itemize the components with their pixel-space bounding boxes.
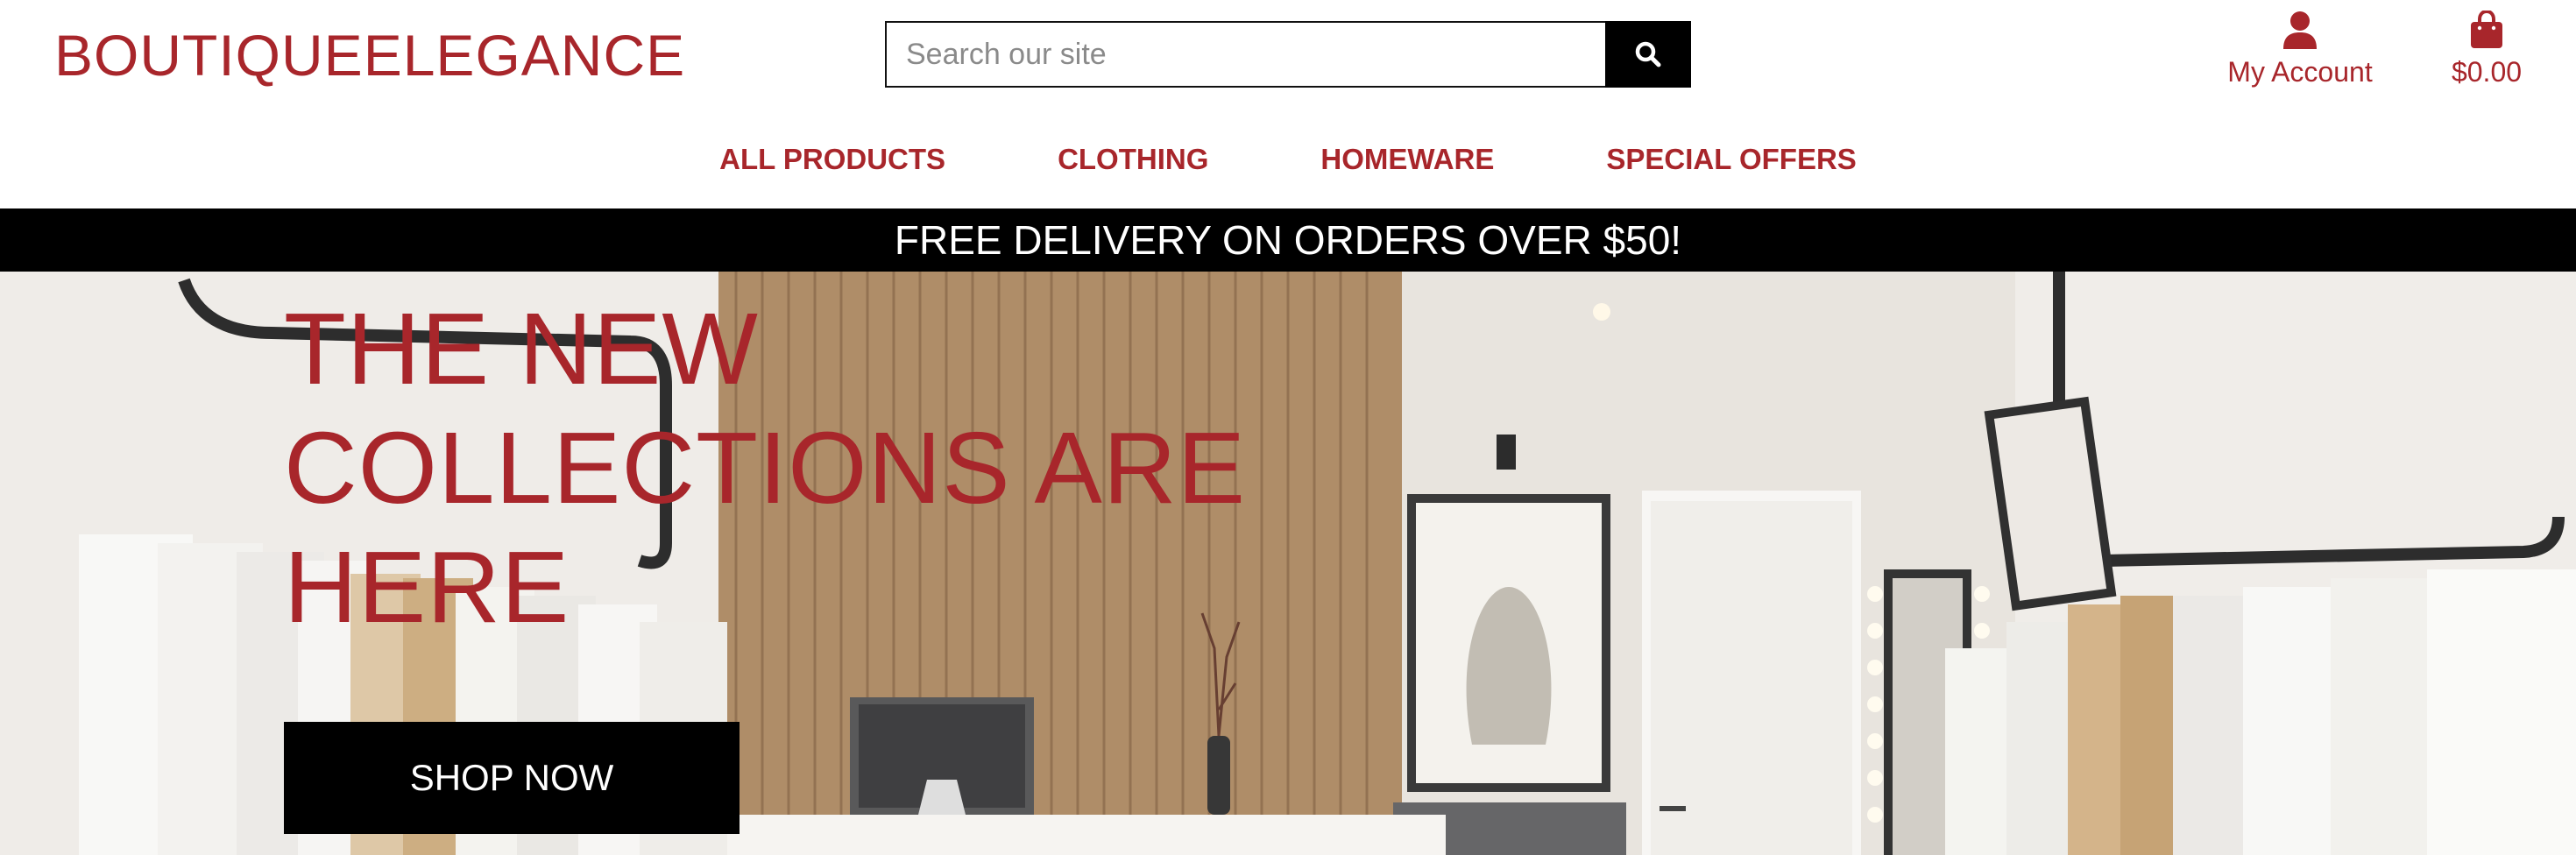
my-account-label: My Account <box>2227 56 2373 88</box>
site-header: BOUTIQUEELEGANCE My Account $0.00 ALL PR… <box>0 0 2576 208</box>
nav-all-products[interactable]: ALL PRODUCTS <box>719 131 945 187</box>
hero-title: THE NEW COLLECTIONS ARE HERE <box>284 292 1246 644</box>
nav-clothing[interactable]: CLOTHING <box>1058 131 1208 187</box>
delivery-banner: FREE DELIVERY ON ORDERS OVER $50! <box>0 208 2576 272</box>
search-button[interactable] <box>1605 21 1691 88</box>
my-account-link[interactable]: My Account <box>2217 11 2383 98</box>
main-nav: ALL PRODUCTS CLOTHING HOMEWARE SPECIAL O… <box>0 131 2576 187</box>
user-icon <box>2283 11 2317 49</box>
shop-now-button[interactable]: SHOP NOW <box>284 722 740 834</box>
shopping-bag-icon <box>2471 11 2502 48</box>
search-input[interactable] <box>885 21 1605 88</box>
search-form <box>885 21 1691 88</box>
hero-section: THE NEW COLLECTIONS ARE HERE SHOP NOW <box>0 272 2576 855</box>
nav-special-offers[interactable]: SPECIAL OFFERS <box>1606 131 1856 187</box>
cart-total: $0.00 <box>2451 56 2523 88</box>
search-icon <box>1635 41 1661 67</box>
nav-homeware[interactable]: HOMEWARE <box>1320 131 1494 187</box>
cart-link[interactable]: $0.00 <box>2436 11 2537 98</box>
brand-logo[interactable]: BOUTIQUEELEGANCE <box>54 18 685 93</box>
